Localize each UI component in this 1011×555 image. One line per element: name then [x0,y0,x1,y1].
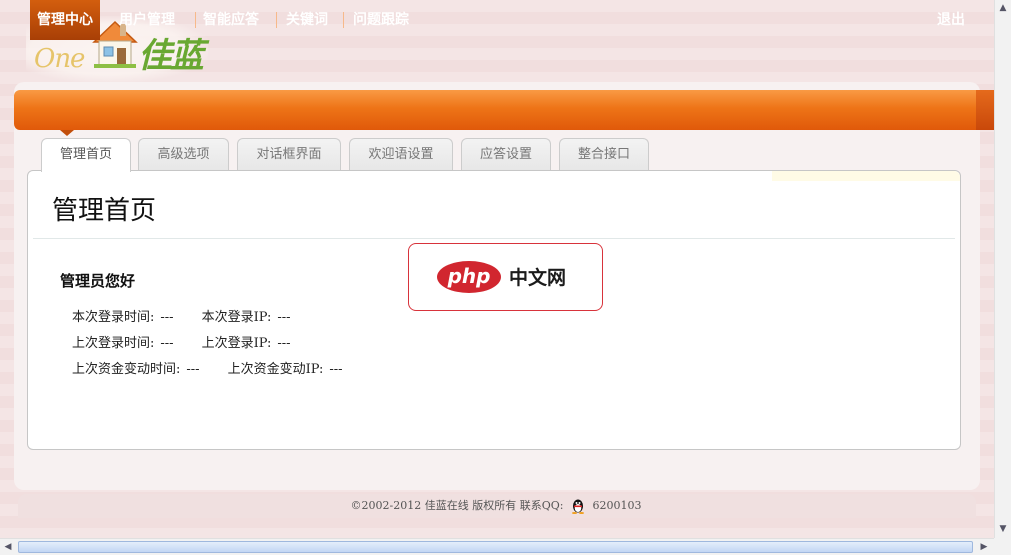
horizontal-scrollbar[interactable]: ◀ ▶ [0,538,994,555]
tab-dialog-interface[interactable]: 对话框界面 [237,138,341,170]
logo-one-text: One [34,44,85,74]
nav-separator [195,12,196,28]
tab-reply-settings[interactable]: 应答设置 [461,138,551,170]
qq-penguin-icon[interactable] [571,498,585,514]
info-row-last-login: 上次登录时间: --- 上次登录IP: --- [72,332,291,351]
scrollbar-corner [994,538,1011,555]
info-label: 上次登录时间: [72,336,155,351]
info-row-current-login: 本次登录时间: --- 本次登录IP: --- [72,306,291,325]
info-value: --- [186,362,200,377]
footer-copyright: ©2002-2012 佳蓝在线 版权所有 联系QQ: [350,499,564,512]
scroll-left-icon[interactable]: ◀ [0,539,16,555]
info-label: 上次登录IP: [201,336,272,351]
info-value: --- [277,336,291,351]
tab-integration-api[interactable]: 整合接口 [559,138,649,170]
panel-highlight [772,171,960,181]
php-cn-watermark: php 中文网 [408,243,603,311]
nav-active-arrow [60,130,74,136]
nav-item-issue-tracking[interactable]: 问题跟踪 [353,0,409,40]
php-logo-pill: php [437,261,501,293]
info-value: --- [277,310,291,325]
nav-item-admin-center[interactable]: 管理中心 [30,0,100,40]
vertical-scrollbar[interactable]: ▲ ▼ [994,0,1011,538]
logout-link[interactable]: 退出 [937,0,965,40]
horizontal-scroll-thumb[interactable] [18,541,973,553]
footer-qq-number: 6200103 [592,499,642,512]
nav-item-user-management[interactable]: 用户管理 [119,0,175,40]
scroll-down-icon[interactable]: ▼ [995,521,1011,537]
page-title: 管理首页 [52,196,157,226]
nav-item-smart-reply[interactable]: 智能应答 [203,0,259,40]
info-value: --- [160,310,174,325]
nav-separator [343,12,344,28]
info-label: 上次资金变动IP: [227,362,324,377]
php-logo-text: 中文网 [509,267,567,289]
info-label: 上次资金变动时间: [72,362,181,377]
info-value: --- [160,336,174,351]
admin-greeting: 管理员您好 [60,272,136,290]
info-label: 本次登录时间: [72,310,155,325]
nav-separator [276,12,277,28]
scroll-right-icon[interactable]: ▶ [976,539,992,555]
footer: ©2002-2012 佳蓝在线 版权所有 联系QQ: 6200103 [0,494,992,518]
tab-admin-home[interactable]: 管理首页 [41,138,131,172]
info-label: 本次登录IP: [201,310,272,325]
info-row-last-fund-change: 上次资金变动时间: --- 上次资金变动IP: --- [72,358,343,377]
tab-advanced-options[interactable]: 高级选项 [138,138,229,170]
nav-item-keywords[interactable]: 关键词 [286,0,328,40]
info-value: --- [329,362,343,377]
main-nav [14,90,994,130]
tab-welcome-settings[interactable]: 欢迎语设置 [349,138,453,170]
nav-right-cap [976,90,994,130]
title-divider [33,238,955,239]
scroll-up-icon[interactable]: ▲ [995,0,1011,16]
